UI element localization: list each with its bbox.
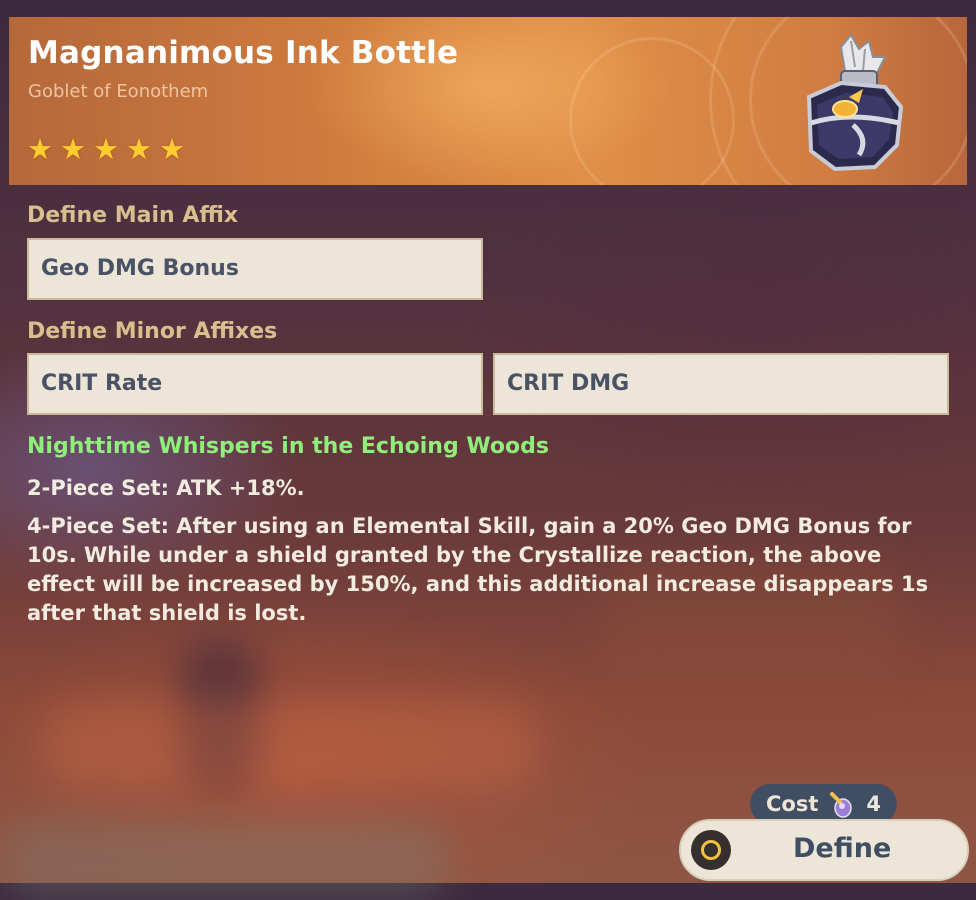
- header-decoration: [569, 37, 735, 185]
- background-blur: [0, 820, 450, 900]
- cost-label: Cost: [766, 792, 819, 816]
- ink-bottle-goblet-icon: [806, 33, 904, 172]
- define-button[interactable]: Define: [679, 819, 969, 881]
- star-icon: ★: [93, 132, 119, 166]
- artifact-type: Goblet of Eonothem: [28, 81, 209, 102]
- star-icon: ★: [60, 132, 86, 166]
- main-affix-label: Define Main Affix: [27, 203, 239, 228]
- four-piece-effect: 4-Piece Set: After using an Elemental Sk…: [27, 514, 929, 625]
- minor-affixes-label: Define Minor Affixes: [27, 319, 278, 344]
- artifact-header: Magnanimous Ink Bottle Goblet of Eonothe…: [9, 17, 967, 185]
- star-icon: ★: [27, 132, 53, 166]
- sanctifying-elixir-icon: [830, 792, 853, 818]
- star-icon: ★: [126, 132, 152, 166]
- background-blur: [40, 700, 540, 790]
- main-affix-selector[interactable]: Geo DMG Bonus: [27, 238, 483, 300]
- rarity-stars: ★ ★ ★ ★ ★: [27, 135, 188, 164]
- minor-affix-selector-2[interactable]: CRIT DMG: [493, 353, 949, 415]
- two-piece-effect: 2-Piece Set: ATK +18%.: [27, 476, 305, 500]
- star-icon: ★: [159, 132, 185, 166]
- cost-amount: 4: [866, 792, 882, 816]
- set-name: Nighttime Whispers in the Echoing Woods: [27, 434, 549, 459]
- define-button-label: Define: [793, 833, 892, 864]
- artifact-name: Magnanimous Ink Bottle: [28, 35, 459, 71]
- minor-affix-selector-1[interactable]: CRIT Rate: [27, 353, 483, 415]
- cost-badge: Cost 4: [750, 784, 897, 824]
- confirm-circle-icon: [691, 830, 731, 870]
